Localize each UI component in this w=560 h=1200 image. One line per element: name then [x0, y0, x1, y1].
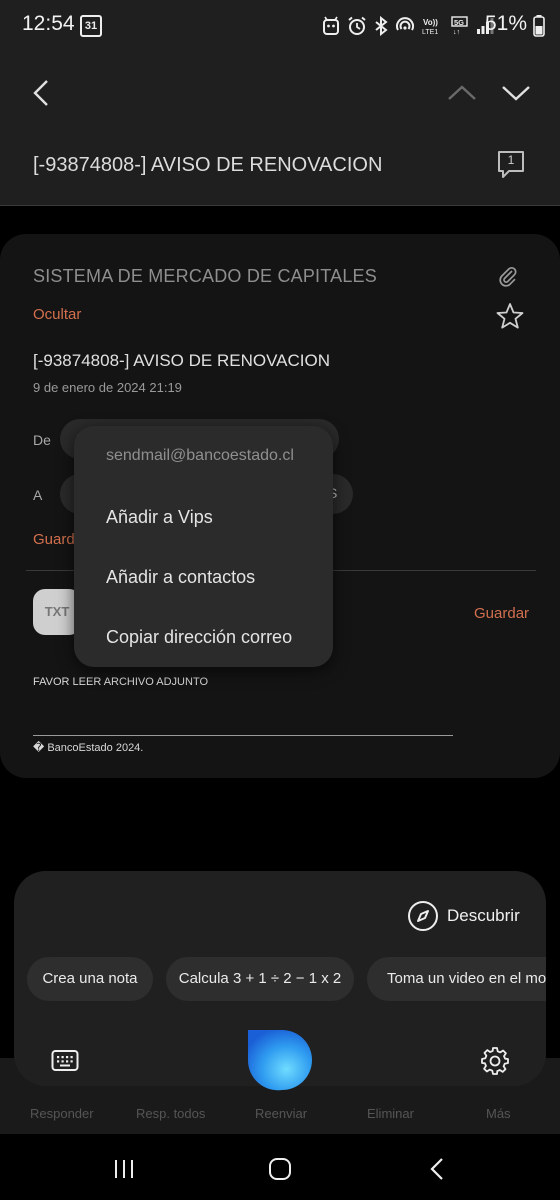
- battery-percent: 51%: [485, 12, 528, 35]
- save-attachment-button[interactable]: Guardar: [474, 605, 529, 622]
- message-footer: � BancoEstado 2024.: [33, 742, 144, 754]
- paperclip-icon: [499, 266, 517, 287]
- more-button[interactable]: Más: [486, 1106, 511, 1121]
- back-arrow-icon[interactable]: [30, 79, 54, 107]
- bluetooth-icon: [375, 16, 388, 36]
- alarm-icon: [348, 16, 366, 35]
- menu-item-add-contact[interactable]: Añadir a contactos: [106, 567, 255, 588]
- comment-button[interactable]: 1: [496, 149, 526, 181]
- delete-button[interactable]: Eliminar: [367, 1106, 414, 1121]
- recent-apps-icon[interactable]: [112, 1158, 136, 1180]
- message-body: FAVOR LEER ARCHIVO ADJUNTO: [33, 676, 209, 688]
- compass-icon[interactable]: [407, 900, 439, 932]
- popup-email-address: sendmail@bancoestado.cl: [106, 447, 294, 464]
- hotspot-icon: [396, 17, 414, 31]
- message-subject: [-93874808-] AVISO DE RENOVACION: [33, 351, 330, 370]
- battery-icon: [533, 15, 545, 37]
- back-nav-icon[interactable]: [428, 1157, 446, 1181]
- svg-text:LTE1: LTE1: [422, 29, 438, 36]
- reply-all-button[interactable]: Resp. todos: [136, 1106, 205, 1121]
- status-bar: 12:54 31 Vo)) LTE1 5G ↓↑ 51%: [0, 0, 560, 52]
- from-label: De: [33, 432, 51, 448]
- 5g-icon: 5G ↓↑: [451, 16, 468, 36]
- to-label: A: [33, 487, 43, 503]
- hide-details-link[interactable]: Ocultar: [33, 306, 81, 323]
- reply-button[interactable]: Responder: [30, 1106, 94, 1121]
- settings-gear-icon[interactable]: [480, 1046, 510, 1076]
- message-date: 9 de enero de 2024 21:19: [33, 380, 182, 395]
- menu-item-add-vip[interactable]: Añadir a Vips: [106, 507, 213, 528]
- clock: 12:54: [22, 12, 75, 35]
- discover-button[interactable]: Descubrir: [447, 906, 520, 926]
- body-divider: [33, 735, 453, 736]
- forward-button[interactable]: Reenviar: [255, 1106, 307, 1121]
- svg-text:↓↑: ↓↑: [453, 29, 460, 36]
- calendar-icon: 31: [80, 15, 102, 37]
- keyboard-icon[interactable]: [51, 1049, 79, 1073]
- suggestion-chip[interactable]: Crea una nota: [27, 957, 153, 1001]
- suggestion-chip[interactable]: Calcula 3 + 1 ÷ 2 − 1 x 2: [166, 957, 354, 1001]
- sender-name: SISTEMA DE MERCADO DE CAPITALES: [33, 266, 377, 286]
- chevron-down-icon[interactable]: [500, 84, 532, 102]
- status-icons: Vo)) LTE1 5G ↓↑: [322, 14, 494, 38]
- page-title: [-93874808-] AVISO DE RENOVACION: [33, 154, 383, 176]
- menu-item-copy-address[interactable]: Copiar dirección correo: [106, 627, 292, 648]
- comment-count: 1: [507, 153, 515, 167]
- star-icon[interactable]: [496, 302, 524, 330]
- svg-text:5G: 5G: [454, 18, 464, 27]
- header-bar: [0, 52, 560, 206]
- android-icon: [323, 16, 339, 35]
- suggestion-chip[interactable]: Toma un video en el modo: [367, 957, 546, 1001]
- home-icon[interactable]: [267, 1157, 293, 1181]
- bixby-assistant-icon[interactable]: [246, 1026, 314, 1094]
- svg-text:Vo)): Vo)): [423, 18, 438, 27]
- chevron-up-icon[interactable]: [446, 84, 478, 102]
- volte-icon: Vo)) LTE1: [422, 18, 438, 36]
